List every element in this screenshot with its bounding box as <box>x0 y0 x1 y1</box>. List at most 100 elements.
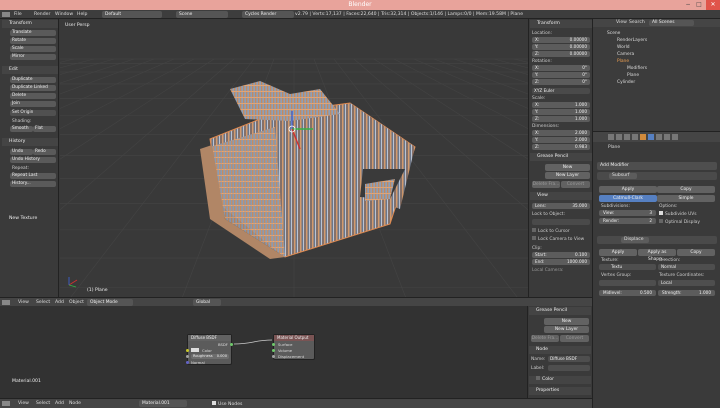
location-x-field[interactable]: X: 0.00000 <box>532 37 590 43</box>
roughness-input-socket[interactable] <box>186 355 189 358</box>
n-transform-header[interactable]: Transform <box>530 20 592 28</box>
render-engine-select[interactable]: Cycles Render <box>242 11 294 18</box>
vp-menu-select[interactable]: Select <box>36 300 50 305</box>
node-menu-view[interactable]: View <box>18 401 29 406</box>
node-grease-new-layer-button[interactable]: New Layer <box>544 326 589 333</box>
dimensions-z-field[interactable]: Z: 0.983 <box>532 144 590 150</box>
color-input-socket[interactable] <box>186 349 189 352</box>
flat-button[interactable]: Flat <box>33 126 56 132</box>
node-grease-pencil-header[interactable]: Grease Pencil <box>529 307 591 315</box>
orientation-select[interactable]: Global <box>193 299 221 306</box>
node-color-header[interactable]: Color <box>529 376 591 384</box>
use-nodes-checkbox[interactable]: Use Nodes <box>212 401 242 407</box>
subsurf-copy-button[interactable]: Copy <box>657 186 715 193</box>
lock-to-cursor-checkbox[interactable]: Lock to Cursor <box>532 228 570 234</box>
displace-apply-button[interactable]: Apply <box>599 249 637 256</box>
scene-tab-icon[interactable] <box>624 134 630 140</box>
clip-start-field[interactable]: Start: 0.100 <box>532 252 590 258</box>
node-convert-button[interactable]: Convert <box>560 335 589 342</box>
scale-y-field[interactable]: Y: 1.000 <box>532 109 590 115</box>
mirror-button[interactable]: Mirror <box>10 54 56 60</box>
n-grease-pencil-header[interactable]: Grease Pencil <box>530 153 592 161</box>
outliner-item-modifiers[interactable]: Modifiers <box>627 66 647 71</box>
subsurf-modifier-header[interactable]: Subsurf <box>597 172 717 180</box>
mode-select[interactable]: Object Mode <box>87 299 133 306</box>
undo-button[interactable]: Undo <box>10 149 33 155</box>
editor-type-icon[interactable] <box>2 401 10 406</box>
lens-field[interactable]: Lens: 35.000 <box>532 203 590 209</box>
grease-new-button[interactable]: New <box>545 164 590 171</box>
location-y-field[interactable]: Y: 0.00000 <box>532 44 590 50</box>
rotation-x-field[interactable]: X: 0° <box>532 65 590 71</box>
texture-tab-icon[interactable] <box>672 134 678 140</box>
vp-menu-add[interactable]: Add <box>55 300 64 305</box>
editor-type-icon[interactable] <box>2 300 10 305</box>
set-origin-dropdown[interactable]: Set Origin <box>10 110 56 116</box>
node-menu-node[interactable]: Node <box>69 401 81 406</box>
node-properties-header[interactable]: Properties <box>529 387 591 395</box>
node-editor[interactable]: Diffuse BSDF BSDF Color Roughness 0.000 N… <box>0 306 527 398</box>
layers-tab-icon[interactable] <box>616 134 622 140</box>
outliner-display-select[interactable]: All Scenes <box>649 20 694 26</box>
lock-camera-checkbox[interactable]: Lock Camera to View <box>532 236 584 242</box>
viewport-canvas[interactable] <box>60 19 528 297</box>
node-panel-header[interactable]: Node <box>529 346 591 354</box>
displacement-input-socket[interactable] <box>272 355 275 358</box>
outliner-view-menu[interactable]: View <box>616 20 627 25</box>
render-tab-icon[interactable] <box>608 134 614 140</box>
join-button[interactable]: Join <box>10 101 56 107</box>
repeat-last-button[interactable]: Repeat Last <box>10 173 56 179</box>
normal-input-socket[interactable] <box>186 361 189 364</box>
transform-panel-header[interactable]: Transform <box>2 20 58 28</box>
node-menu-add[interactable]: Add <box>55 401 64 406</box>
rotate-button[interactable]: Rotate <box>10 38 56 44</box>
outliner-item-plane-mesh[interactable]: Plane <box>627 73 639 78</box>
menu-help[interactable]: Help <box>77 12 87 17</box>
subsurf-render-field[interactable]: Render: 2 <box>599 218 656 224</box>
scale-z-field[interactable]: Z: 1.000 <box>532 116 590 122</box>
material-select[interactable]: Material.001 <box>139 400 187 407</box>
add-modifier-dropdown[interactable]: Add Modifier <box>597 162 717 170</box>
diffuse-bsdf-node[interactable]: Diffuse BSDF BSDF Color Roughness 0.000 N… <box>186 334 233 365</box>
displace-modifier-header[interactable]: Displace <box>597 236 717 244</box>
outliner-item-renderlayers[interactable]: RenderLayers <box>617 38 647 43</box>
menu-window[interactable]: Window <box>55 12 73 17</box>
world-tab-icon[interactable] <box>632 134 638 140</box>
texture-select[interactable]: Textu <box>599 264 656 270</box>
object-tab-icon[interactable] <box>640 134 646 140</box>
duplicate-button[interactable]: Duplicate <box>10 77 56 83</box>
modifier-tab-icon[interactable] <box>648 134 654 140</box>
simple-button[interactable]: Simple <box>657 195 715 202</box>
duplicate-linked-button[interactable]: Duplicate Linked <box>10 85 56 91</box>
vp-menu-object[interactable]: Object <box>69 300 84 305</box>
editor-type-icon[interactable] <box>2 12 10 17</box>
history-panel-header[interactable]: History <box>2 138 58 146</box>
convert-button[interactable]: Convert <box>561 181 590 188</box>
mesh-plane[interactable] <box>200 81 416 259</box>
scale-x-field[interactable]: X: 1.000 <box>532 102 590 108</box>
layout-select[interactable]: Default <box>102 11 162 18</box>
color-swatch[interactable] <box>191 348 199 352</box>
edit-panel-header[interactable]: Edit <box>2 66 58 74</box>
scale-button[interactable]: Scale <box>10 46 56 52</box>
roughness-field[interactable]: Roughness 0.000 <box>191 354 229 359</box>
catmull-clark-button[interactable]: Catmull-Clark <box>599 195 657 202</box>
3d-viewport[interactable]: User Persp (1) Plane <box>60 19 528 297</box>
minimize-button[interactable]: − <box>683 1 693 9</box>
smooth-button[interactable]: Smooth <box>10 126 33 132</box>
maximize-button[interactable]: □ <box>694 1 704 9</box>
data-tab-icon[interactable] <box>656 134 662 140</box>
undo-history-button[interactable]: Undo History <box>10 157 56 163</box>
volume-input-socket[interactable] <box>272 349 275 352</box>
vertex-group-field[interactable] <box>599 280 656 286</box>
lock-object-field[interactable] <box>532 219 590 225</box>
subsurf-view-field[interactable]: View: 3 <box>599 210 656 216</box>
outliner-item-camera[interactable]: Camera <box>617 52 634 57</box>
menu-file[interactable]: File <box>14 12 22 17</box>
rotation-y-field[interactable]: Y: 0° <box>532 72 590 78</box>
material-output-node[interactable]: Material Output Surface Volume Displacem… <box>272 334 315 360</box>
node-name-field[interactable]: Diffuse BSDF <box>548 356 590 362</box>
texture-coordinates-select[interactable]: Local <box>658 280 715 286</box>
subsurf-name-field[interactable]: Subsurf <box>609 173 637 179</box>
subdivide-uvs-checkbox[interactable]: Subdivide UVs <box>659 211 697 217</box>
